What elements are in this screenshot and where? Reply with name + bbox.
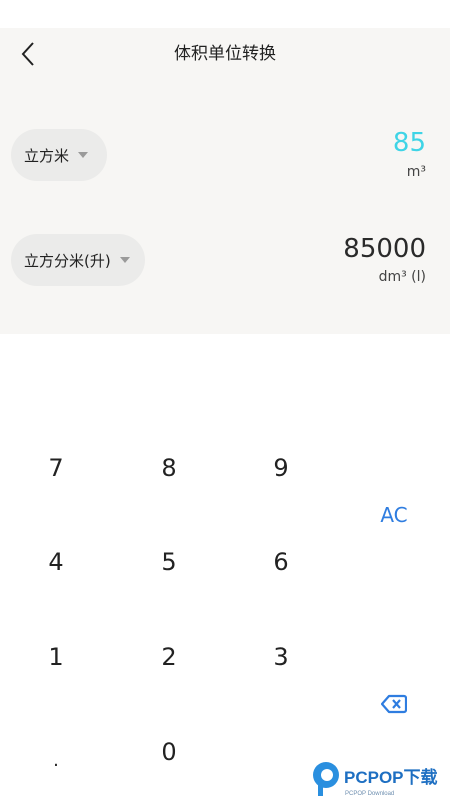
keypad: 7 8 9 AC 4 5 6 1 2 3 . 0 [0, 430, 450, 800]
key-3[interactable]: 3 [236, 627, 326, 687]
to-value: 85000 [343, 234, 426, 264]
from-unit-label: 立方米 [24, 146, 70, 165]
from-unit-select[interactable]: 立方米 [11, 129, 107, 181]
key-2[interactable]: 2 [124, 627, 214, 687]
key-6[interactable]: 6 [236, 532, 326, 592]
to-unit-label: 立方分米(升) [24, 251, 111, 270]
svg-text:PCPOP下载: PCPOP下载 [344, 767, 438, 787]
clear-button[interactable]: AC [349, 485, 439, 545]
key-1[interactable]: 1 [11, 627, 101, 687]
key-4[interactable]: 4 [11, 532, 101, 592]
key-8[interactable]: 8 [124, 438, 214, 498]
backspace-icon [381, 694, 407, 714]
watermark-logo: PCPOP下载 PCPOP Download [310, 758, 450, 800]
key-0[interactable]: 0 [124, 722, 214, 782]
key-7[interactable]: 7 [11, 438, 101, 498]
to-unit-select[interactable]: 立方分米(升) [11, 234, 145, 286]
key-decimal[interactable]: . [11, 730, 101, 790]
key-9[interactable]: 9 [236, 438, 326, 498]
header-bar: 体积单位转换 [0, 28, 450, 80]
converter-panel: 立方米 85 m³ 立方分米(升) 85000 dm³ (l) [0, 80, 450, 334]
svg-text:PCPOP Download: PCPOP Download [345, 791, 394, 797]
caret-down-icon [119, 257, 130, 263]
key-5[interactable]: 5 [124, 532, 214, 592]
caret-down-icon [78, 152, 89, 158]
backspace-button[interactable] [349, 674, 439, 734]
from-value: 85 [392, 128, 426, 158]
page-title: 体积单位转换 [174, 44, 276, 64]
to-unit-symbol: dm³ (l) [378, 269, 426, 285]
from-unit-symbol: m³ [406, 164, 426, 180]
status-bar [0, 0, 450, 28]
